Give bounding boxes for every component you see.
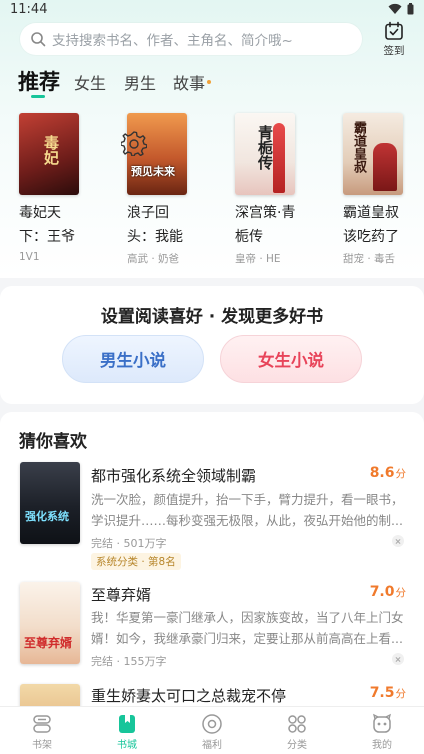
cover-title: 毒妃: [42, 135, 60, 165]
book-title: 都市强化系统全领域制霸: [91, 467, 257, 485]
status-bar: 11:44: [0, 0, 424, 20]
book-cover: 毒妃: [19, 113, 79, 195]
battery-icon: [407, 3, 414, 15]
wifi-icon: [388, 3, 402, 15]
cover-title: 预见未来: [131, 165, 175, 178]
cover-title: 霸道皇叔: [351, 121, 366, 173]
nav-label: 分类: [287, 740, 307, 751]
nav-welfare[interactable]: 福利: [182, 713, 242, 751]
nav-bookstore[interactable]: 书城: [97, 713, 157, 751]
recommendation-section: 猜你喜欢 强化系统 都市强化系统全领域制霸 8.6分 洗一次脸，颜值提升，抬一下…: [0, 412, 424, 712]
nav-label: 我的: [372, 740, 392, 751]
search-icon: [31, 32, 46, 47]
bookshelf-icon: [33, 715, 51, 733]
dismiss-icon[interactable]: [392, 653, 404, 665]
book-title: 毒妃天下：王爷: [19, 205, 75, 245]
book-description: 洗一次脸，颜值提升，抬一下手，臂力提升，看一眼书，学识提升……每秒变强无极限，从…: [91, 492, 404, 528]
settings-gear-icon[interactable]: [121, 130, 147, 156]
welfare-icon: [202, 714, 222, 734]
cover-title: 强化系统: [25, 510, 69, 523]
book-score: 8.6分: [369, 465, 406, 481]
cover-title: 至尊弃婿: [24, 636, 73, 650]
nav-profile[interactable]: 我的: [352, 713, 412, 751]
book-tag: 甜宠 · 毒舌: [343, 253, 396, 265]
female-novel-button[interactable]: 女生小说: [220, 335, 362, 383]
book-title: 浪子回头：我能: [127, 205, 183, 245]
book-title: 重生娇妻太可口之总裁宠不停: [91, 687, 287, 705]
tab-female[interactable]: 女生: [74, 70, 106, 94]
male-novel-button[interactable]: 男生小说: [62, 335, 204, 383]
book-meta: 完结 · 501万字: [91, 537, 167, 550]
search-placeholder: 支持搜索书名、作者、主角名、简介哦~: [52, 33, 293, 49]
reading-preference-card: 设置阅读喜好 · 发现更多好书 男生小说 女生小说: [0, 286, 424, 404]
recommendation-heading: 猜你喜欢: [19, 432, 87, 452]
nav-label: 福利: [202, 740, 222, 751]
featured-book[interactable]: 霸道皇叔 霸道皇叔该吃药了 甜宠 · 毒舌: [343, 113, 421, 266]
book-tag: 高武 · 奶爸: [127, 253, 180, 265]
featured-book[interactable]: 青栀传 深宫策·青栀传 皇帝 · HE: [235, 113, 313, 266]
status-time: 11:44: [10, 2, 48, 17]
book-cover: 强化系统: [20, 462, 80, 544]
profile-icon: [373, 713, 391, 733]
nav-bookshelf[interactable]: 书架: [12, 713, 72, 751]
search-input[interactable]: 支持搜索书名、作者、主角名、简介哦~: [20, 23, 362, 55]
nav-category[interactable]: 分类: [267, 713, 327, 751]
book-title: 霸道皇叔该吃药了: [343, 205, 399, 245]
status-icons: [388, 3, 414, 15]
tab-male[interactable]: 男生: [124, 70, 156, 94]
book-score: 7.0分: [369, 584, 406, 600]
ranking-badge: 系统分类 · 第8名: [91, 553, 181, 570]
signin-label: 签到: [383, 45, 405, 57]
signin-button[interactable]: 签到: [378, 21, 410, 58]
book-description: 我！华夏第一豪门继承人，因家族变故，当了八年上门女婿！如今，我继承豪门归来，定要…: [91, 610, 404, 646]
preference-title: 设置阅读喜好 · 发现更多好书: [100, 307, 324, 327]
nav-label: 书城: [117, 740, 137, 751]
bottom-navigation: 书架 书城 福利 分类 我的: [0, 706, 424, 754]
book-meta: 完结 · 155万字: [91, 655, 167, 668]
book-title: 至尊弃婿: [91, 586, 152, 604]
recommendation-item[interactable]: 至尊弃婿 至尊弃婿 7.0分 我！华夏第一豪门继承人，因家族变故，当了八年上门女…: [0, 582, 424, 682]
book-title: 深宫策·青栀传: [235, 205, 296, 245]
nav-label: 书架: [32, 740, 52, 751]
recommendation-item[interactable]: 强化系统 都市强化系统全领域制霸 8.6分 洗一次脸，颜值提升，抬一下手，臂力提…: [0, 462, 424, 572]
tab-recommend[interactable]: 推荐: [18, 66, 60, 96]
category-icon: [288, 715, 306, 733]
book-cover: 霸道皇叔: [343, 113, 403, 195]
tab-story[interactable]: 故事: [173, 70, 205, 94]
book-tag: 皇帝 · HE: [235, 253, 281, 265]
book-cover: 青栀传: [235, 113, 295, 195]
tab-story-dot: [207, 80, 211, 84]
book-cover: 至尊弃婿: [20, 582, 80, 664]
book-tag: 1V1: [19, 251, 40, 263]
bookstore-icon: [119, 715, 135, 733]
calendar-check-icon: [385, 21, 403, 40]
book-score: 7.5分: [369, 685, 406, 701]
dismiss-icon[interactable]: [392, 535, 404, 547]
active-tab-indicator: [31, 95, 45, 98]
featured-book[interactable]: 毒妃 毒妃天下：王爷 1V1: [19, 113, 97, 263]
